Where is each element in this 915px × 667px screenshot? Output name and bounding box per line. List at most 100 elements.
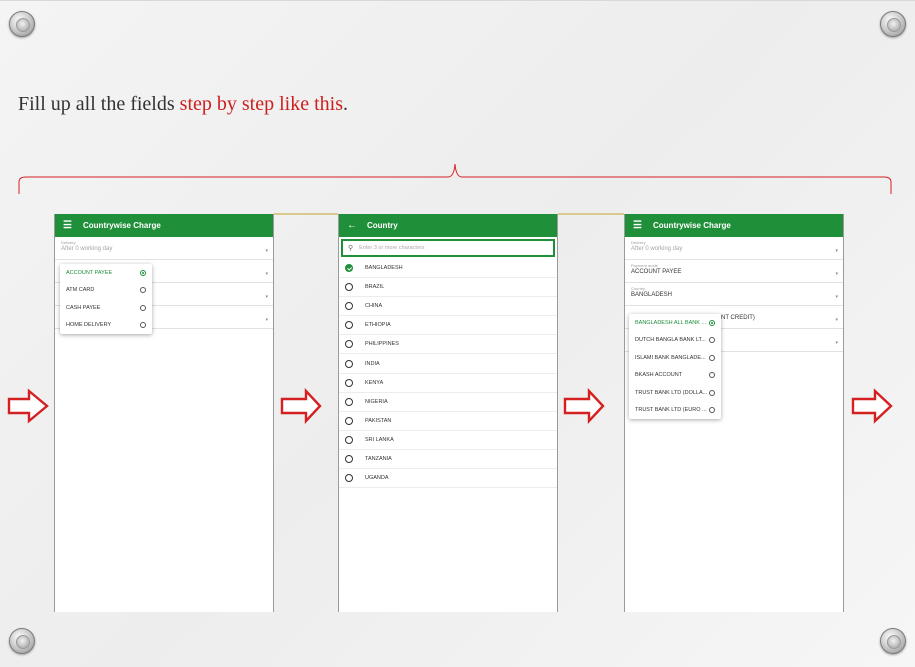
list-item[interactable]: CHINA xyxy=(339,297,557,317)
curly-brace xyxy=(18,163,892,194)
popup-option[interactable]: BKASH ACCOUNT xyxy=(629,367,721,385)
list-item[interactable]: BRAZIL xyxy=(339,278,557,298)
country-name: INDIA xyxy=(365,360,380,367)
circle-icon xyxy=(345,302,353,311)
circle-icon xyxy=(345,416,353,425)
app-bar: ☰ Countrywise Charge xyxy=(55,214,273,237)
list-item[interactable]: INDIA xyxy=(339,354,557,374)
screw-icon xyxy=(880,628,906,654)
menu-icon[interactable]: ☰ xyxy=(63,220,75,231)
right-arrow-icon xyxy=(851,388,893,424)
check-circle-icon xyxy=(345,264,353,273)
option-label: DUTCH BANGLA BANK LT... xyxy=(635,337,706,344)
radio-selected-icon xyxy=(709,319,715,326)
country-name: TANZANIA xyxy=(365,455,392,462)
payment-mode-popup: ACCOUNT PAYEE ATM CARD CASH PAYEE HOME D… xyxy=(60,264,152,334)
delivery-field[interactable]: Delivery After 0 working day ▾ xyxy=(55,237,273,260)
circle-icon xyxy=(345,378,353,387)
country-name: PHILIPPINES xyxy=(365,341,399,348)
option-label: CASH PAYEE xyxy=(66,304,101,311)
chevron-down-icon: ▾ xyxy=(265,317,268,323)
popup-option[interactable]: TRUST BANK LTD (DOLLA... xyxy=(629,384,721,402)
chevron-down-icon: ▾ xyxy=(265,271,268,277)
list-item[interactable]: BANGLADESH xyxy=(339,259,557,279)
circle-icon xyxy=(345,454,353,463)
country-list: BANGLADESH BRAZIL CHINA ETHIOPIA PHILIPP… xyxy=(339,259,557,489)
field-value: ACCOUNT PAYEE xyxy=(631,269,682,275)
chevron-down-icon: ▾ xyxy=(265,294,268,300)
app-bar: ☰ Countrywise Charge xyxy=(625,214,843,237)
option-label: HOME DELIVERY xyxy=(66,322,112,329)
circle-icon xyxy=(345,359,353,368)
screw-icon xyxy=(9,628,35,654)
country-name: ETHIOPIA xyxy=(365,322,391,329)
search-input[interactable] xyxy=(359,245,550,251)
option-label: TRUST BANK LTD (EURO ... xyxy=(635,407,707,414)
slide-headline: Fill up all the fields step by step like… xyxy=(18,93,348,116)
option-label: ISLAMI BANK BANGLADE... xyxy=(635,354,706,361)
headline-period: . xyxy=(342,93,348,115)
country-name: BRAZIL xyxy=(365,284,385,291)
right-arrow-icon xyxy=(7,388,49,424)
country-name: SRI LANKA xyxy=(365,436,394,443)
radio-icon xyxy=(709,337,715,344)
circle-icon xyxy=(345,397,353,406)
popup-option[interactable]: ACCOUNT PAYEE xyxy=(60,264,152,282)
popup-option[interactable]: TRUST BANK LTD (EURO ... xyxy=(629,402,721,420)
popup-option[interactable]: ATM CARD xyxy=(60,282,152,300)
delivery-field[interactable]: Delivery After 0 working day ▾ xyxy=(625,237,843,260)
connector-line xyxy=(274,213,338,215)
country-name: BANGLADESH xyxy=(365,265,403,272)
radio-icon xyxy=(140,304,146,311)
right-arrow-icon xyxy=(280,388,322,424)
list-item[interactable]: UGANDA xyxy=(339,469,557,489)
list-item[interactable]: PHILIPPINES xyxy=(339,335,557,355)
popup-option[interactable]: DUTCH BANGLA BANK LT... xyxy=(629,332,721,350)
headline-text: Fill up all the fields xyxy=(18,93,180,115)
option-label: ATM CARD xyxy=(66,287,95,294)
popup-option[interactable]: HOME DELIVERY xyxy=(60,317,152,335)
list-item[interactable]: TANZANIA xyxy=(339,450,557,470)
list-item[interactable]: PAKISTAN xyxy=(339,412,557,431)
list-item[interactable]: ETHIOPIA xyxy=(339,316,557,336)
list-item[interactable]: NIGERIA xyxy=(339,393,557,412)
screw-icon xyxy=(880,11,906,37)
bank-popup: BANGLADESH ALL BANK ... DUTCH BANGLA BAN… xyxy=(629,314,721,419)
radio-icon xyxy=(709,389,715,396)
country-name: CHINA xyxy=(365,303,383,310)
popup-option[interactable]: BANGLADESH ALL BANK ... xyxy=(629,314,721,332)
country-name: KENYA xyxy=(365,379,384,386)
app-bar-title: Country xyxy=(367,221,398,230)
chevron-down-icon: ▾ xyxy=(835,317,838,323)
radio-selected-icon xyxy=(140,269,146,276)
circle-icon xyxy=(345,435,353,444)
phone-screen-country: ← Country ⚲ BANGLADESH BRAZIL CHINA ETHI… xyxy=(338,214,558,612)
chevron-down-icon: ▾ xyxy=(835,294,838,300)
menu-icon[interactable]: ☰ xyxy=(633,220,645,231)
country-name: UGANDA xyxy=(365,475,389,482)
chevron-down-icon: ▾ xyxy=(835,340,838,346)
app-bar: ← Country xyxy=(339,214,557,237)
payment-mode-field[interactable]: Payment mode ACCOUNT PAYEE ▾ xyxy=(625,260,843,283)
search-icon: ⚲ xyxy=(348,245,354,252)
connector-line xyxy=(558,213,624,215)
radio-icon xyxy=(140,287,146,294)
chevron-down-icon: ▾ xyxy=(265,248,268,254)
list-item[interactable]: SRI LANKA xyxy=(339,431,557,450)
chevron-down-icon: ▾ xyxy=(835,248,838,254)
country-field[interactable]: Country BANGLADESH ▾ xyxy=(625,283,843,306)
radio-icon xyxy=(709,354,715,361)
chevron-down-icon: ▾ xyxy=(835,271,838,277)
list-item[interactable]: KENYA xyxy=(339,374,557,393)
popup-option[interactable]: CASH PAYEE xyxy=(60,299,152,317)
app-bar-title: Countrywise Charge xyxy=(653,221,731,230)
option-label: TRUST BANK LTD (DOLLA... xyxy=(635,389,708,396)
popup-option[interactable]: ISLAMI BANK BANGLADE... xyxy=(629,349,721,367)
country-name: NIGERIA xyxy=(365,398,388,405)
arrow-left-icon[interactable]: ← xyxy=(347,220,359,231)
app-bar-title: Countrywise Charge xyxy=(83,221,161,230)
option-label: ACCOUNT PAYEE xyxy=(66,269,113,276)
field-value: After 0 working day xyxy=(61,246,113,252)
radio-icon xyxy=(709,372,715,379)
option-label: BKASH ACCOUNT xyxy=(635,372,683,379)
